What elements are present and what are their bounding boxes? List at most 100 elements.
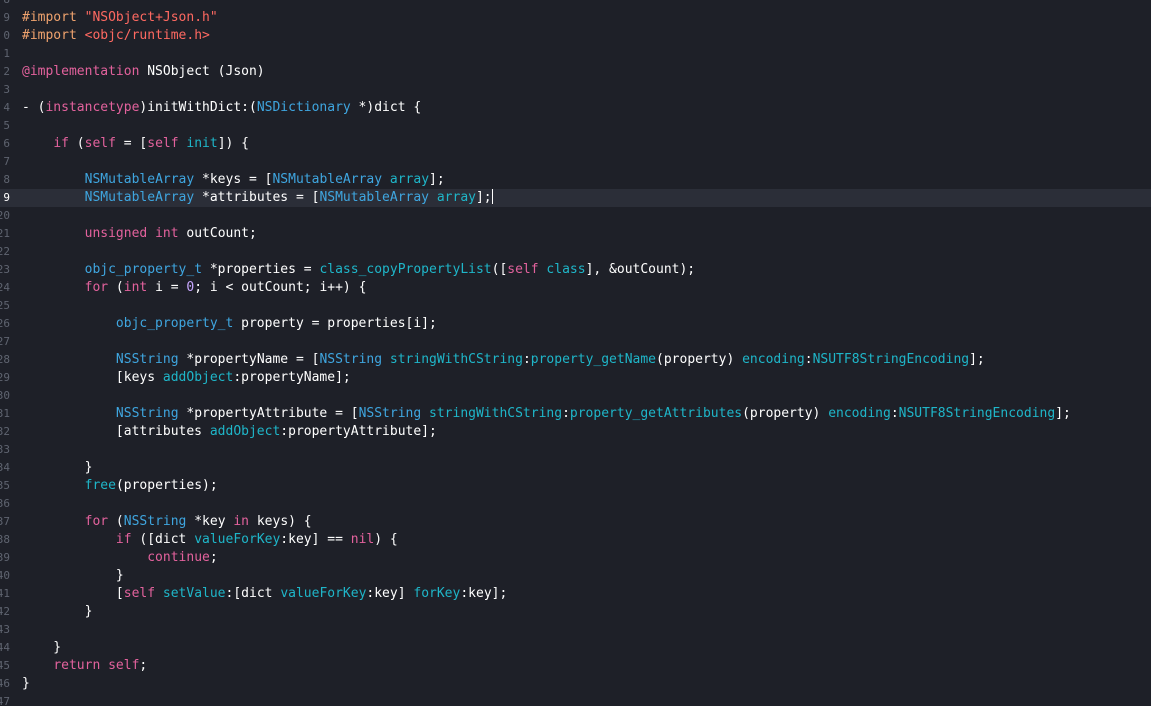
code-token: NSMutableArray — [84, 190, 195, 205]
code-text[interactable]: [self setValue:[dict valueForKey:key] fo… — [22, 585, 507, 603]
code-line[interactable]: 29 [keys addObject:propertyName]; — [0, 369, 1151, 387]
code-line[interactable]: 27 — [0, 333, 1151, 351]
code-line[interactable]: 26 objc_property_t property = properties… — [0, 315, 1151, 333]
code-line[interactable]: 32 [attributes addObject:propertyAttribu… — [0, 423, 1151, 441]
code-line[interactable]: 21 unsigned int outCount; — [0, 225, 1151, 243]
line-number: 0 — [3, 29, 10, 42]
code-line[interactable]: 34 } — [0, 459, 1151, 477]
code-line[interactable]: 5 — [0, 117, 1151, 135]
code-token: ], &outCount); — [585, 262, 696, 277]
code-text[interactable]: continue; — [22, 549, 218, 567]
code-line[interactable]: 0 #import <objc/runtime.h> — [0, 27, 1151, 45]
code-token: addObject — [162, 370, 234, 385]
code-line[interactable]: 28 NSString *propertyName = [NSString st… — [0, 351, 1151, 369]
line-number: 23 — [0, 263, 10, 276]
code-line[interactable]: 24 for (int i = 0; i < outCount; i++) { — [0, 279, 1151, 297]
code-text[interactable]: [attributes addObject:propertyAttribute]… — [22, 423, 437, 441]
code-lines[interactable]: 8 9 #import "NSObject+Json.h" 0 #import <obj… — [0, 0, 1151, 706]
code-token: unsigned — [84, 226, 148, 241]
code-token: : — [890, 406, 899, 421]
line-number: 6 — [3, 137, 10, 150]
code-line[interactable]: 46} — [0, 675, 1151, 693]
line-number: 45 — [0, 659, 10, 672]
code-line[interactable]: 2 @implementation NSObject (Json) — [0, 63, 1151, 81]
code-text[interactable]: free(properties); — [22, 477, 218, 495]
code-line[interactable]: 43 — [0, 621, 1151, 639]
code-editor[interactable]: 8 9 #import "NSObject+Json.h" 0 #import <obj… — [0, 0, 1151, 706]
line-number: 27 — [0, 335, 10, 348]
code-text[interactable]: NSMutableArray *keys = [NSMutableArray a… — [22, 171, 445, 189]
code-line[interactable]: 35 free(properties); — [0, 477, 1151, 495]
code-line[interactable]: 7 — [0, 153, 1151, 171]
code-line[interactable]: 44 } — [0, 639, 1151, 657]
code-line[interactable]: 8 NSMutableArray *keys = [NSMutableArray… — [0, 171, 1151, 189]
code-text[interactable]: NSString *propertyAttribute = [NSString … — [22, 405, 1071, 423]
code-text[interactable]: } — [22, 639, 61, 657]
code-token: NSString — [358, 406, 422, 421]
code-line[interactable]: 39 continue; — [0, 549, 1151, 567]
code-text[interactable]: for (NSString *key in keys) { — [22, 513, 312, 531]
code-text[interactable]: NSMutableArray *attributes = [NSMutableA… — [22, 189, 493, 207]
code-text[interactable]: return self; — [22, 657, 147, 675]
line-number: 37 — [0, 515, 10, 528]
code-line[interactable]: 6 if (self = [self init]) { — [0, 135, 1151, 153]
code-text[interactable]: if (self = [self init]) { — [22, 135, 249, 153]
code-text[interactable]: unsigned int outCount; — [22, 225, 257, 243]
code-token: ; — [209, 550, 218, 565]
code-line[interactable]: 8 — [0, 0, 1151, 9]
code-line[interactable]: 33 — [0, 441, 1151, 459]
code-line[interactable]: 22 — [0, 243, 1151, 261]
code-line[interactable]: 45 return self; — [0, 657, 1151, 675]
code-line[interactable]: 20 — [0, 207, 1151, 225]
code-line-current[interactable]: 9 NSMutableArray *attributes = [NSMutabl… — [0, 189, 1151, 207]
code-line[interactable]: 47 — [0, 693, 1151, 706]
code-text[interactable]: } — [22, 567, 124, 585]
code-line[interactable]: 36 — [0, 495, 1151, 513]
code-text[interactable]: } — [22, 459, 93, 477]
code-line[interactable]: 4 - (instancetype)initWithDict:(NSDiction… — [0, 99, 1151, 117]
code-text[interactable]: for (int i = 0; i < outCount; i++) { — [22, 279, 367, 297]
code-text[interactable]: } — [22, 675, 30, 693]
code-line[interactable]: 3 — [0, 81, 1151, 99]
code-text[interactable]: - (instancetype)initWithDict:(NSDictiona… — [22, 99, 421, 117]
code-token: *keys = [ — [194, 172, 273, 187]
code-text[interactable]: #import <objc/runtime.h> — [22, 27, 210, 45]
code-line[interactable]: 25 — [0, 297, 1151, 315]
code-token: :key] — [366, 586, 414, 601]
line-number: 44 — [0, 641, 10, 654]
code-text[interactable]: if ([dict valueForKey:key] == nil) { — [22, 531, 398, 549]
code-line[interactable]: 30 — [0, 387, 1151, 405]
line-number: 8 — [0, 0, 10, 9]
code-text[interactable]: objc_property_t *properties = class_copy… — [22, 261, 696, 279]
code-text[interactable]: } — [22, 603, 93, 621]
code-line[interactable]: 23 objc_property_t *properties = class_c… — [0, 261, 1151, 279]
code-text[interactable]: objc_property_t property = properties[i]… — [22, 315, 437, 333]
code-token: for — [84, 514, 109, 529]
code-token: self — [147, 136, 179, 151]
code-text[interactable]: NSString *propertyName = [NSString strin… — [22, 351, 985, 369]
code-line[interactable]: 37 for (NSString *key in keys) { — [0, 513, 1151, 531]
code-token: - ( — [22, 100, 46, 115]
text-cursor — [491, 189, 493, 204]
code-token: encoding — [742, 352, 805, 367]
code-line[interactable]: 38 if ([dict valueForKey:key] == nil) { — [0, 531, 1151, 549]
code-line[interactable]: 1 — [0, 45, 1151, 63]
code-text[interactable]: [keys addObject:propertyName]; — [22, 369, 351, 387]
code-text[interactable]: @implementation NSObject (Json) — [22, 63, 265, 81]
code-token: in — [233, 514, 250, 529]
code-line[interactable]: 41 [self setValue:[dict valueForKey:key]… — [0, 585, 1151, 603]
code-token: NSObject (Json) — [139, 64, 265, 79]
code-line[interactable]: 9 #import "NSObject+Json.h" — [0, 9, 1151, 27]
code-token: array — [389, 172, 430, 187]
code-token: #import — [22, 28, 85, 43]
code-text[interactable]: #import "NSObject+Json.h" — [22, 9, 218, 27]
line-number: 26 — [0, 317, 10, 330]
code-token: ) { — [374, 532, 398, 547]
code-token: ( — [108, 280, 124, 295]
code-line[interactable]: 42 } — [0, 603, 1151, 621]
code-line[interactable]: 40 } — [0, 567, 1151, 585]
code-line[interactable]: 31 NSString *propertyAttribute = [NSStri… — [0, 405, 1151, 423]
line-number: 32 — [0, 425, 10, 438]
